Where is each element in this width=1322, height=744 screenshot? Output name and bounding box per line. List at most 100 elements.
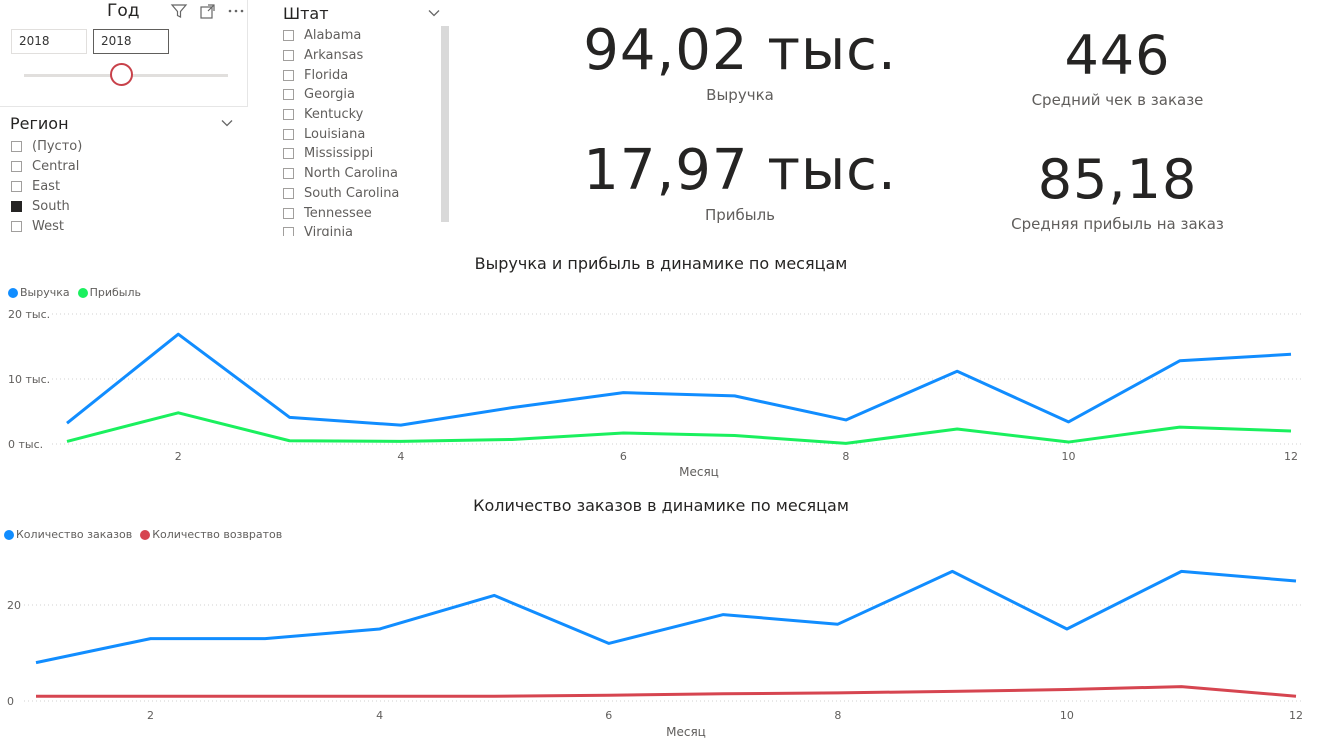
x-tick-label: 6 [605, 709, 612, 722]
state-item-label: Tennessee [304, 205, 372, 221]
state-list: Alabama Arkansas Florida Georgia Kentucky Lou… [283, 26, 443, 236]
region-item[interactable]: Central [11, 156, 82, 176]
state-item-label: Louisiana [304, 126, 366, 142]
region-slicer-title: Регион [10, 114, 69, 133]
x-tick-label: 2 [147, 709, 154, 722]
series-line [66, 332, 1292, 427]
series-line [36, 685, 1297, 698]
kpi-avg-profit-label: Средняя прибыль на заказ [1011, 215, 1224, 233]
legend-item-returns[interactable]: Количество возвратов [140, 528, 282, 541]
x-tick-label: 2 [175, 450, 182, 463]
state-item-label: Georgia [304, 87, 355, 103]
checkbox[interactable] [283, 187, 294, 199]
state-item-label: Alabama [304, 28, 362, 44]
state-item-label: Virginia [304, 225, 354, 236]
state-item-label: Arkansas [304, 48, 364, 64]
region-item-label: South [32, 198, 70, 214]
x-tick-label: 8 [842, 450, 849, 463]
region-item[interactable]: West [11, 216, 82, 236]
region-item[interactable]: South [11, 196, 82, 216]
x-tick-label: 12 [1289, 709, 1303, 722]
state-list-scrollbar[interactable] [441, 26, 449, 222]
checkbox[interactable] [283, 50, 294, 62]
kpi-avg-check-label: Средний чек в заказе [1031, 91, 1204, 109]
region-item-label: Central [32, 158, 80, 174]
state-item-label: North Carolina [304, 166, 398, 182]
state-item[interactable]: Georgia [283, 85, 443, 105]
x-axis-label: Месяц [679, 465, 719, 479]
state-item-label: Mississippi [304, 146, 374, 162]
legend-dot-revenue [8, 287, 18, 298]
state-item[interactable]: Alabama [283, 26, 443, 46]
state-item[interactable]: Kentucky [283, 105, 443, 125]
region-slicer: Регион (Пусто) Central East South West [0, 110, 247, 240]
checkbox[interactable] [283, 207, 294, 219]
kpi-profit-value: 17,97 тыс. [583, 138, 897, 203]
year-to-input[interactable]: 2018 [93, 29, 169, 54]
checkbox[interactable] [283, 148, 294, 160]
region-list: (Пусто) Central East South West [11, 136, 82, 236]
state-item-label: Florida [304, 67, 349, 83]
legend-dot-orders [4, 529, 14, 540]
state-item-label: Kentucky [304, 107, 364, 123]
filter-icon[interactable] [170, 2, 188, 24]
y-tick-label: 0 тыс. [8, 438, 43, 451]
legend-item-orders[interactable]: Количество заказов [4, 528, 132, 541]
x-tick-label: 12 [1284, 450, 1298, 463]
legend-dot-returns [140, 529, 151, 540]
state-item-label: South Carolina [304, 185, 400, 201]
checkbox[interactable] [283, 109, 294, 121]
kpi-revenue-value: 94,02 тыс. [583, 18, 897, 83]
year-slicer: Год 2018 2018 [0, 0, 248, 107]
series-line [66, 411, 1292, 445]
checkbox[interactable] [283, 227, 294, 236]
legend-item-profit[interactable]: Прибыль [77, 286, 141, 299]
checkbox[interactable] [283, 128, 294, 140]
year-slider-thumb[interactable] [110, 63, 133, 86]
kpi-avg-check-value: 446 [1064, 24, 1171, 87]
revenue-profit-line-chart: 0 тыс. 10 тыс. 20 тыс. 2 4 6 8 10 12 Месяц [8, 308, 1302, 479]
state-item[interactable]: North Carolina [283, 164, 443, 184]
focus-mode-icon[interactable] [199, 3, 216, 24]
legend-item-revenue[interactable]: Выручка [8, 286, 70, 299]
more-options-icon[interactable] [227, 2, 245, 24]
x-tick-label: 4 [376, 709, 383, 722]
checkbox[interactable] [283, 89, 294, 101]
state-item[interactable]: Tennessee [283, 203, 443, 223]
checkbox[interactable] [283, 69, 294, 81]
kpi-avg-profit-value: 85,18 [1037, 148, 1198, 211]
checkbox[interactable] [283, 30, 294, 42]
kpi-revenue-label: Выручка [706, 86, 774, 104]
checkbox[interactable] [11, 200, 22, 212]
legend-label-revenue: Выручка [20, 286, 70, 299]
checkbox[interactable] [11, 220, 22, 232]
y-tick-label: 0 [7, 695, 14, 708]
x-tick-label: 4 [397, 450, 404, 463]
region-item-label: (Пусто) [32, 138, 83, 154]
chevron-down-icon[interactable] [427, 6, 441, 24]
state-item[interactable]: Virginia [283, 223, 443, 236]
x-tick-label: 10 [1060, 709, 1074, 722]
x-axis-label: Месяц [666, 725, 706, 739]
orders-chart-title: Количество заказов в динамике по месяцам [473, 496, 849, 515]
region-item[interactable]: (Пусто) [11, 136, 82, 156]
year-from-input[interactable]: 2018 [11, 29, 87, 54]
checkbox[interactable] [11, 140, 22, 152]
checkbox[interactable] [283, 168, 294, 180]
state-item[interactable]: Florida [283, 65, 443, 85]
region-item[interactable]: East [11, 176, 82, 196]
revenue-profit-chart-title: Выручка и прибыль в динамике по месяцам [474, 254, 848, 273]
checkbox[interactable] [11, 160, 22, 172]
x-tick-label: 8 [834, 709, 841, 722]
state-item[interactable]: South Carolina [283, 184, 443, 204]
state-item[interactable]: Louisiana [283, 124, 443, 144]
state-item[interactable]: Mississippi [283, 144, 443, 164]
chevron-down-icon[interactable] [220, 116, 234, 134]
region-item-label: East [32, 178, 61, 194]
checkbox[interactable] [11, 180, 22, 192]
orders-legend: Количество заказов Количество возвратов [4, 528, 290, 541]
year-slicer-title: Год [107, 1, 140, 21]
y-tick-label: 20 [7, 599, 21, 612]
state-item[interactable]: Arkansas [283, 46, 443, 66]
series-line [35, 569, 1297, 665]
